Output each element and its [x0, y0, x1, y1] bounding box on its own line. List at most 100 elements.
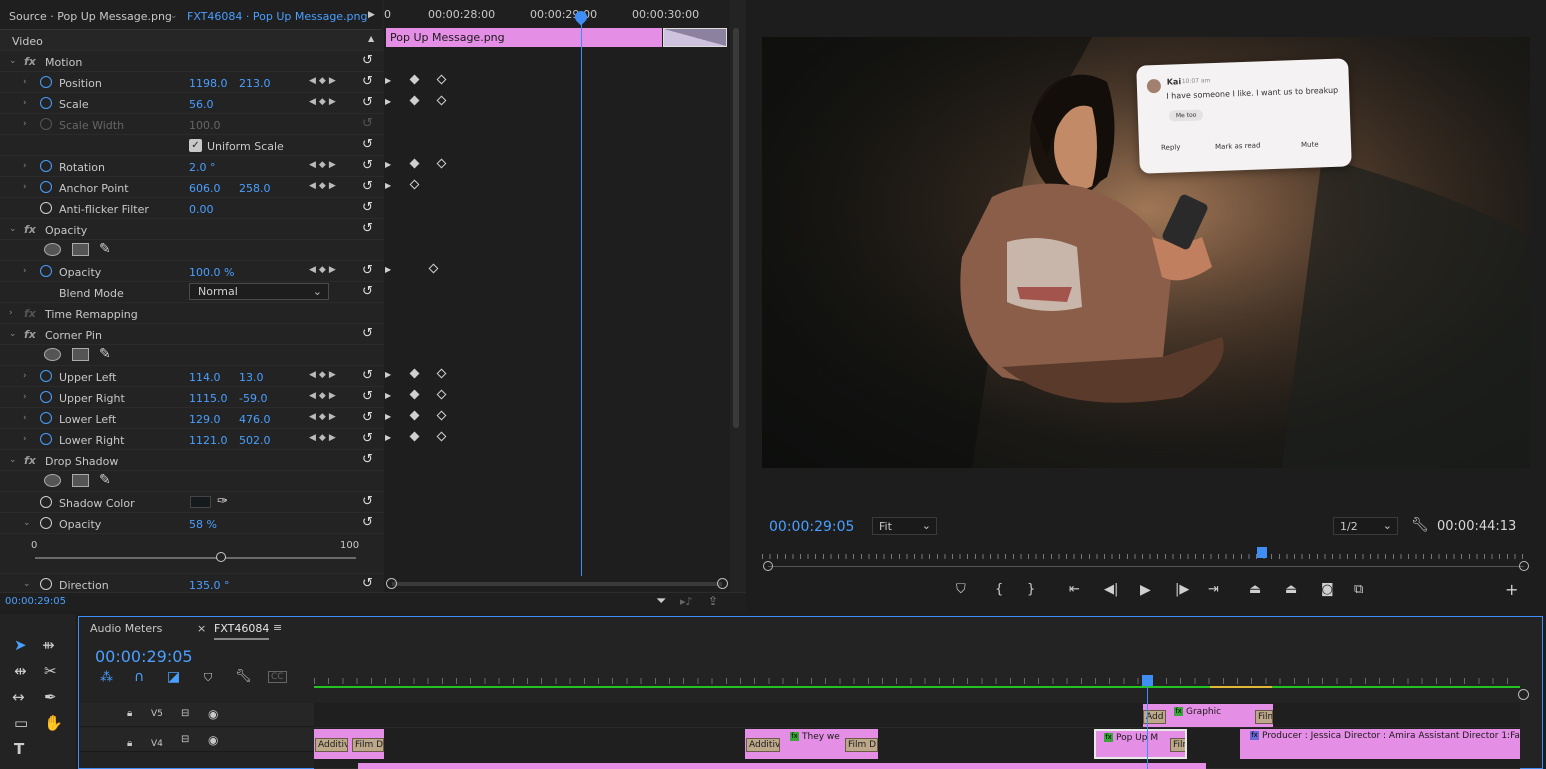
stopwatch-icon[interactable]: [40, 433, 52, 445]
comparison-view-icon[interactable]: ⧉: [1354, 582, 1363, 597]
reset-icon[interactable]: ↺: [362, 326, 373, 341]
stopwatch-icon[interactable]: [40, 517, 52, 529]
mark-in-icon[interactable]: {: [995, 582, 1003, 597]
sync-lock-icon[interactable]: ⊟: [181, 734, 189, 745]
reset-icon[interactable]: ↺: [362, 53, 373, 68]
shadow-opacity-value[interactable]: 58 %: [189, 518, 217, 531]
program-ruler[interactable]: [762, 548, 1526, 562]
clip-film-dissolve[interactable]: Film Di: [845, 738, 878, 752]
stopwatch-icon[interactable]: [40, 181, 52, 193]
reset-icon[interactable]: ↺: [362, 137, 373, 152]
effect-opacity[interactable]: ⌄ fx Opacity ↺: [0, 219, 384, 240]
effect-motion[interactable]: ⌄ fx Motion ↺: [0, 51, 384, 72]
upper-left-x[interactable]: 114.0: [189, 371, 221, 384]
anchor-y-value[interactable]: 258.0: [239, 182, 271, 195]
stopwatch-icon[interactable]: [40, 496, 52, 508]
timeline-ruler[interactable]: [314, 670, 1520, 684]
selection-tool-icon[interactable]: ➤: [14, 636, 27, 654]
fx-icon[interactable]: fx: [24, 55, 36, 68]
type-tool-icon[interactable]: T: [14, 740, 24, 758]
horizontal-scrollbar[interactable]: [392, 582, 722, 586]
snap-icon[interactable]: ∩: [134, 669, 144, 685]
razor-tool-icon[interactable]: ✂: [44, 662, 57, 680]
fx-icon[interactable]: fx: [24, 223, 36, 236]
lock-icon[interactable]: 🔒︎: [127, 708, 132, 719]
uniform-scale-checkbox[interactable]: ✓: [189, 139, 202, 152]
slip-tool-icon[interactable]: ↔: [12, 688, 25, 706]
tab-audio-meters[interactable]: Audio Meters: [90, 622, 162, 635]
stopwatch-icon[interactable]: [40, 160, 52, 172]
chevron-down-icon[interactable]: ⌄: [170, 11, 178, 21]
clip-bar[interactable]: Pop Up Message.png: [386, 28, 662, 47]
rectangle-mask-icon[interactable]: [72, 474, 89, 487]
twirl-closed-icon[interactable]: ›: [23, 77, 27, 87]
stopwatch-icon[interactable]: [40, 202, 52, 214]
rectangle-tool-icon[interactable]: ▭: [14, 714, 28, 732]
twirl-closed-icon[interactable]: ›: [23, 182, 27, 192]
zoom-handle-right[interactable]: [717, 578, 728, 589]
scale-value[interactable]: 56.0: [189, 98, 214, 111]
twirl-open-icon[interactable]: ⌄: [9, 329, 17, 339]
linked-selection-icon[interactable]: ◪: [167, 669, 180, 685]
zoom-select[interactable]: Fit ⌄: [872, 517, 937, 535]
twirl-closed-icon[interactable]: ›: [23, 266, 27, 276]
reset-icon[interactable]: ↺: [362, 494, 373, 509]
mark-out-icon[interactable]: }: [1027, 582, 1035, 597]
opacity-value[interactable]: 100.0 %: [189, 266, 234, 279]
timeline-timecode[interactable]: 00:00:29:05: [95, 647, 193, 666]
play-audio-icon[interactable]: ▸♪: [680, 595, 693, 608]
pen-mask-icon[interactable]: ✎: [99, 241, 111, 257]
ellipse-mask-icon[interactable]: [44, 243, 61, 256]
menu-icon[interactable]: ≡: [273, 621, 282, 634]
ellipse-mask-icon[interactable]: [44, 348, 61, 361]
reset-icon[interactable]: ↺: [362, 452, 373, 467]
effect-drop-shadow[interactable]: ⌄ fx Drop Shadow ↺: [0, 450, 384, 471]
stopwatch-icon[interactable]: [40, 578, 52, 590]
go-to-out-icon[interactable]: ⇥: [1208, 582, 1219, 597]
keyframe-nav-icon[interactable]: ◀◆▶: [309, 181, 339, 191]
rectangle-mask-icon[interactable]: [72, 243, 89, 256]
keyframe-nav-icon[interactable]: ◀◆▶: [309, 97, 339, 107]
shadow-opacity-slider-track[interactable]: [35, 557, 356, 559]
stopwatch-icon[interactable]: [40, 265, 52, 277]
clip-lower-track[interactable]: [358, 763, 1206, 769]
twirl-closed-icon[interactable]: ›: [23, 161, 27, 171]
collapse-up-icon[interactable]: ▲: [368, 34, 374, 43]
play-icon[interactable]: ▶: [1140, 582, 1151, 598]
add-button-icon[interactable]: +: [1505, 580, 1518, 599]
twirl-open-icon[interactable]: ⌄: [23, 579, 31, 589]
keyframe-nav-icon[interactable]: ◀◆▶: [309, 433, 339, 443]
zoom-handle-left[interactable]: [386, 578, 397, 589]
eye-icon[interactable]: ◉: [208, 733, 218, 747]
zoom-handle-right[interactable]: [1519, 561, 1529, 571]
twirl-open-icon[interactable]: ⌄: [9, 224, 17, 234]
ellipse-mask-icon[interactable]: [44, 474, 61, 487]
lower-left-y[interactable]: 476.0: [239, 413, 271, 426]
twirl-closed-icon[interactable]: ›: [23, 434, 27, 444]
filter-icon[interactable]: ⏷: [656, 594, 666, 609]
twirl-open-icon[interactable]: ⌄: [9, 56, 17, 66]
lock-icon[interactable]: 🔒︎: [127, 738, 132, 749]
reset-icon[interactable]: ↺: [362, 389, 373, 404]
fx-icon[interactable]: fx: [24, 454, 36, 467]
hand-tool-icon[interactable]: ✋: [44, 714, 63, 732]
reset-icon[interactable]: ↺: [362, 200, 373, 215]
twirl-closed-icon[interactable]: ›: [23, 98, 27, 108]
twirl-closed-icon[interactable]: ›: [9, 308, 13, 318]
resolution-select[interactable]: 1/2 ⌄: [1333, 517, 1398, 535]
clip-credits[interactable]: fx Producer : Jessica Director : Amira As…: [1240, 729, 1520, 759]
upper-left-y[interactable]: 13.0: [239, 371, 264, 384]
wrench-icon[interactable]: 🔧︎: [235, 669, 252, 684]
shadow-color-swatch[interactable]: [190, 496, 211, 508]
program-playhead[interactable]: [1257, 547, 1267, 558]
track-header-v5[interactable]: 🔒︎ V5 ⊟ ◉: [80, 703, 314, 727]
stopwatch-icon[interactable]: [40, 97, 52, 109]
reset-icon[interactable]: ↺: [362, 576, 373, 591]
timeline-playhead-line[interactable]: [1147, 685, 1148, 769]
tab-source[interactable]: Source · Pop Up Message.png: [9, 10, 172, 23]
camera-icon[interactable]: ◙: [1321, 582, 1334, 597]
export-icon[interactable]: ⇪: [708, 594, 718, 608]
extract-icon[interactable]: ⏏: [1285, 582, 1297, 597]
step-back-icon[interactable]: ◀|: [1104, 582, 1118, 597]
keyframe-nav-icon[interactable]: ◀◆▶: [309, 76, 339, 86]
